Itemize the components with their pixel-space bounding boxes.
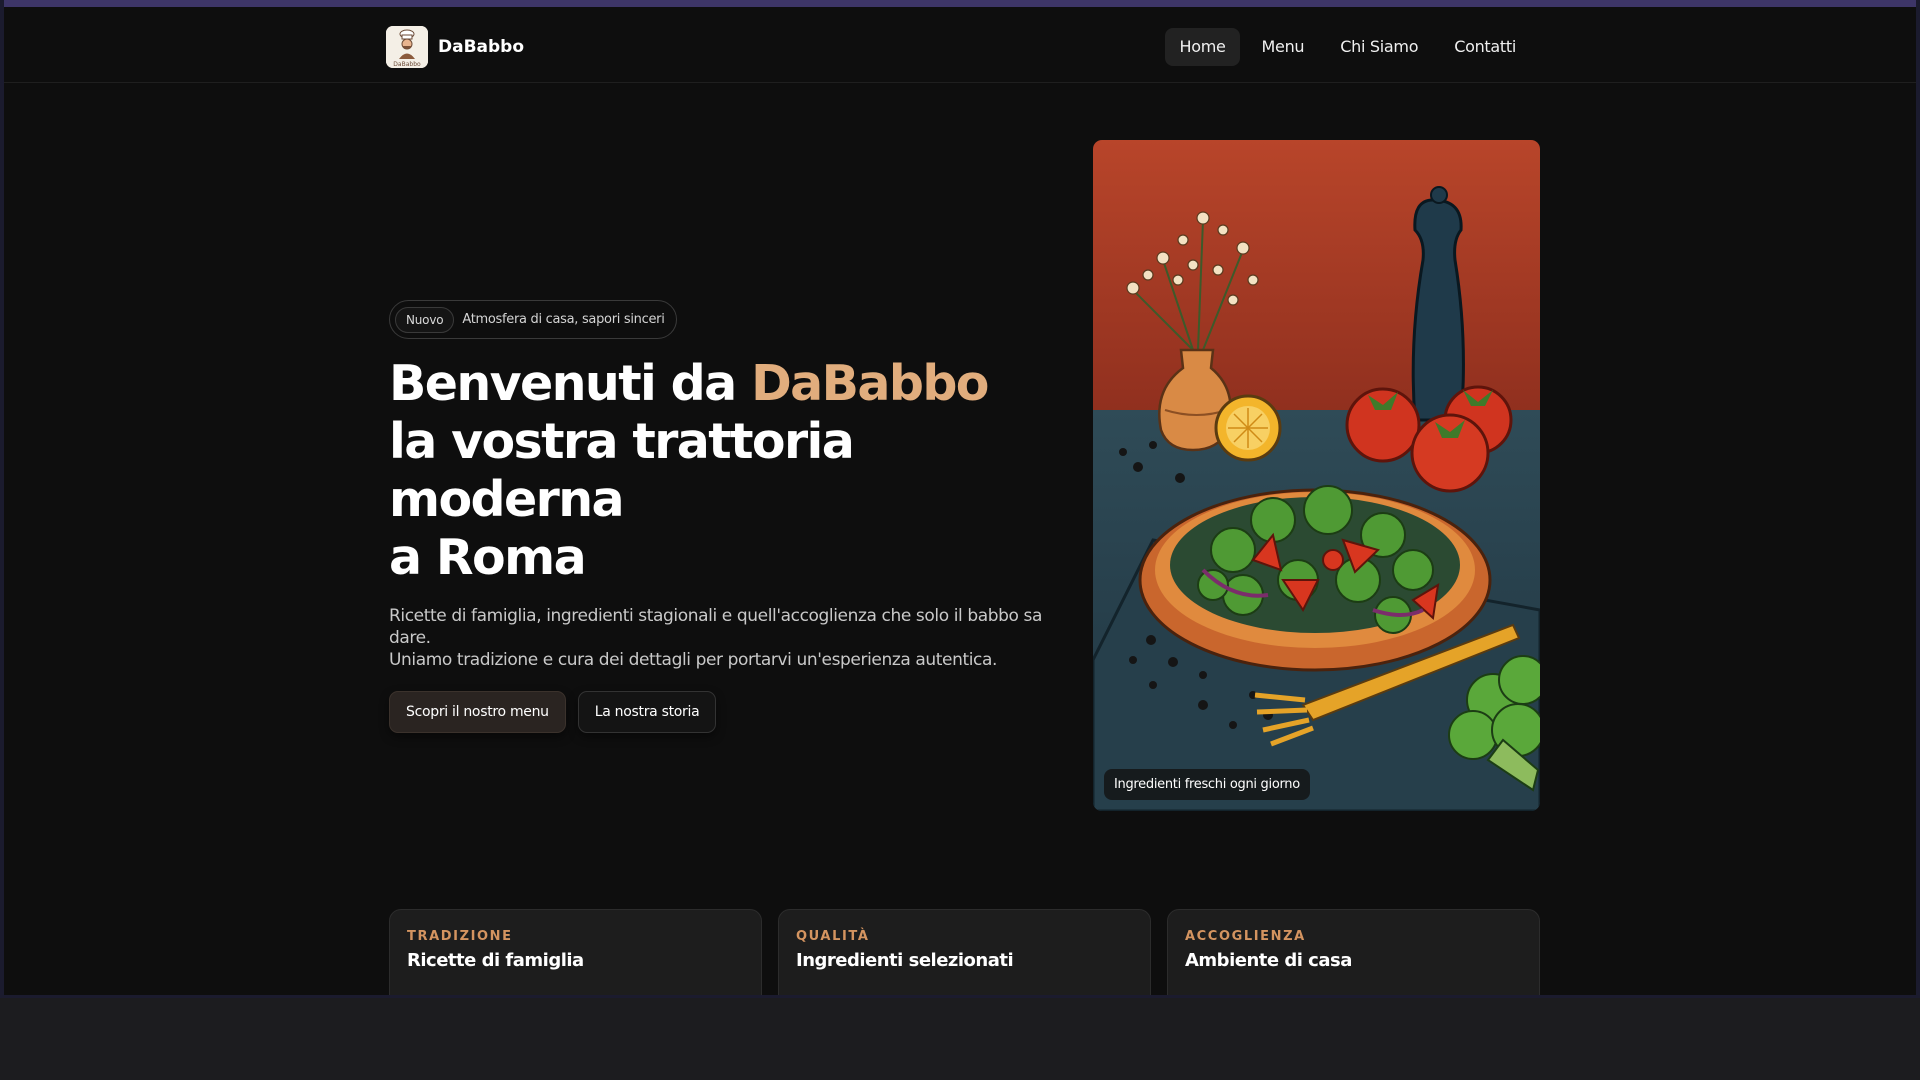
new-badge: Nuovo [395,306,455,333]
feature-title: Ingredienti selezionati [796,950,1014,971]
top-accent-strip [4,0,1916,7]
nav-link-contatti[interactable]: Contatti [1440,28,1530,66]
brand-name: DaBabbo [438,37,525,57]
hero-description-line-1: Ricette di famiglia, ingredienti stagion… [389,606,1043,648]
feature-title: Ricette di famiglia [407,950,584,971]
hero-headline: Benvenuti da DaBabbo la vostra trattoria… [389,355,1069,587]
headline-line-3: a Roma [389,529,587,586]
hero-description: Ricette di famiglia, ingredienti stagion… [389,605,1069,671]
headline-brand-accent: DaBabbo [751,355,989,412]
salad-illustration [1093,140,1540,811]
features-row: TRADIZIONE Ricette di famiglia QUALITÀ I… [389,909,1540,995]
announcement-text: Atmosfera di casa, sapori sinceri [462,312,665,327]
brand-home-link[interactable]: DaBabbo DaBabbo [386,26,524,68]
nav-link-menu[interactable]: Menu [1248,28,1319,66]
cta-row: Scopri il nostro menu La nostra storia [389,691,1069,733]
browser-viewport: DaBabbo DaBabbo Home Menu Chi Siamo Cont… [0,0,1920,998]
chef-logo-icon: DaBabbo [386,26,428,68]
announcement-pill: Nuovo Atmosfera di casa, sapori sinceri [389,300,677,339]
feature-kicker: TRADIZIONE [407,929,513,944]
feature-card-tradizione: TRADIZIONE Ricette di famiglia [389,909,762,995]
site-header: DaBabbo DaBabbo Home Menu Chi Siamo Cont… [4,7,1916,83]
feature-kicker: QUALITÀ [796,929,870,944]
logo-text: DaBabbo [393,60,421,68]
headline-line-2: la vostra trattoria moderna [389,413,855,528]
hero-section: Nuovo Atmosfera di casa, sapori sinceri … [389,300,1069,733]
image-caption: Ingredienti freschi ogni giorno [1104,769,1310,800]
main-nav: Home Menu Chi Siamo Contatti [1165,28,1530,66]
nav-link-chi-siamo[interactable]: Chi Siamo [1326,28,1432,66]
feature-kicker: ACCOGLIENZA [1185,929,1306,944]
hero-description-line-2: Uniamo tradizione e cura dei dettagli pe… [389,650,998,670]
menu-cta-button[interactable]: Scopri il nostro menu [389,691,566,733]
headline-prefix: Benvenuti da [389,355,752,412]
hero-food-illustration: Ingredienti freschi ogni giorno [1093,140,1540,811]
nav-link-home[interactable]: Home [1165,28,1240,66]
feature-card-accoglienza: ACCOGLIENZA Ambiente di casa [1167,909,1540,995]
story-cta-button[interactable]: La nostra storia [577,691,717,733]
feature-title: Ambiente di casa [1185,950,1352,971]
feature-card-qualita: QUALITÀ Ingredienti selezionati [778,909,1151,995]
